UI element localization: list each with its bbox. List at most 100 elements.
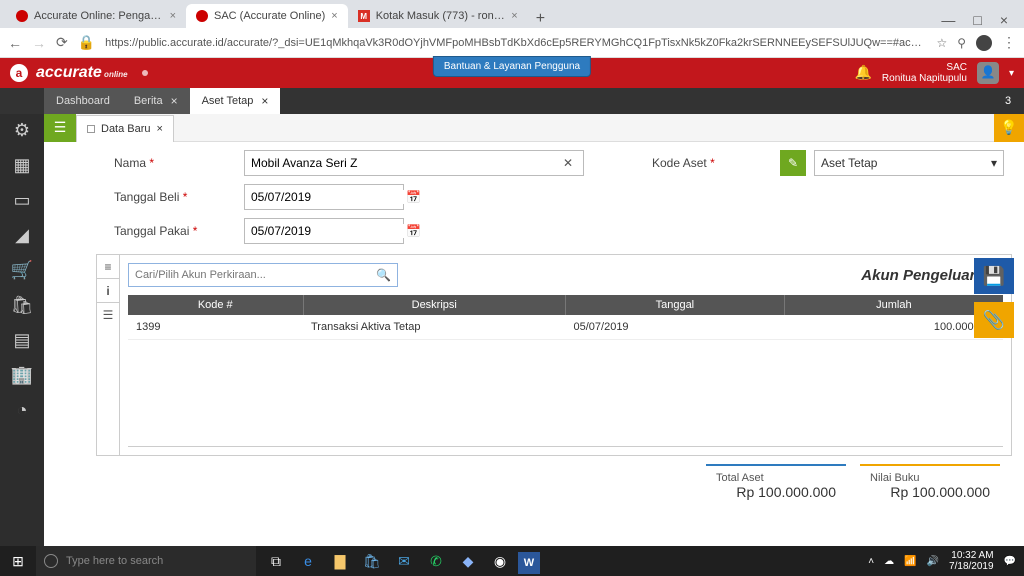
tray-volume-icon[interactable]: 🔊 bbox=[927, 556, 939, 567]
cart-icon[interactable]: 🛒 bbox=[11, 260, 33, 281]
bell-icon[interactable]: 🔔 bbox=[854, 65, 871, 80]
col-jumlah[interactable]: Jumlah bbox=[784, 295, 1003, 315]
window-minimize-icon[interactable]: — bbox=[941, 12, 955, 28]
close-icon[interactable]: × bbox=[157, 123, 163, 135]
table-row[interactable]: 1399 Transaksi Aktiva Tetap 05/07/2019 1… bbox=[128, 315, 1003, 340]
browser-tab[interactable]: M Kotak Masuk (773) - roni.rikson@ × bbox=[348, 4, 528, 28]
clear-icon[interactable]: ✕ bbox=[559, 156, 577, 170]
search-icon[interactable]: ⚲ bbox=[957, 36, 966, 50]
label-tanggal-pakai: Tanggal Pakai * bbox=[114, 224, 234, 238]
reload-icon[interactable]: ⟳ bbox=[56, 34, 68, 51]
building-icon[interactable]: 🏢 bbox=[11, 365, 33, 386]
tray-date[interactable]: 7/18/2019 bbox=[949, 561, 994, 572]
close-icon[interactable]: × bbox=[331, 10, 337, 22]
col-kode[interactable]: Kode # bbox=[128, 295, 303, 315]
vtab-info[interactable]: i bbox=[97, 279, 119, 303]
mail-icon[interactable]: ✉ bbox=[390, 546, 418, 576]
whatsapp-icon[interactable]: ✆ bbox=[422, 546, 450, 576]
company-name: SAC bbox=[882, 62, 967, 73]
select-value: Aset Tetap bbox=[821, 156, 877, 170]
close-icon[interactable]: × bbox=[171, 94, 178, 108]
document-tab-strip: ☰ Data Baru × 💡 bbox=[44, 114, 1024, 142]
browser-tab-strip: Accurate Online: Pengaturan Dat × SAC (A… bbox=[0, 0, 1024, 28]
chrome-icon[interactable]: ◉ bbox=[486, 546, 514, 576]
archive-icon[interactable]: ▤ bbox=[13, 330, 30, 351]
gear-icon[interactable]: ⚙ bbox=[14, 120, 30, 141]
list-view-button[interactable]: ☰ bbox=[44, 114, 76, 142]
window-close-icon[interactable]: × bbox=[1000, 12, 1008, 28]
tanggal-beli-field[interactable] bbox=[251, 190, 406, 204]
cell-deskripsi: Transaksi Aktiva Tetap bbox=[303, 315, 566, 340]
close-icon[interactable]: × bbox=[511, 10, 517, 22]
hint-button[interactable]: 💡 bbox=[994, 114, 1024, 142]
tab-dashboard[interactable]: Dashboard bbox=[44, 88, 122, 114]
grid-icon[interactable]: ▦ bbox=[13, 155, 30, 176]
input-tanggal-pakai[interactable]: 📅 bbox=[244, 218, 404, 244]
help-banner[interactable]: Bantuan & Layanan Pengguna bbox=[433, 56, 591, 77]
wallet-icon[interactable]: ◢ bbox=[15, 225, 29, 246]
calendar-icon[interactable]: 📅 bbox=[406, 224, 421, 238]
url-text[interactable]: https://public.accurate.id/accurate/?_ds… bbox=[105, 37, 926, 49]
taskbar-search[interactable]: Type here to search bbox=[36, 546, 256, 576]
tray-cloud-icon[interactable]: ☁ bbox=[884, 556, 894, 567]
document-tab[interactable]: Data Baru × bbox=[76, 115, 174, 142]
user-menu-icon[interactable]: ▾ bbox=[1009, 68, 1014, 79]
cell-tanggal: 05/07/2019 bbox=[566, 315, 785, 340]
input-nama[interactable]: ✕ bbox=[244, 150, 584, 176]
cortana-icon bbox=[44, 554, 58, 568]
profile-icon[interactable] bbox=[976, 35, 992, 51]
select-kode-aset[interactable]: Aset Tetap ▾ bbox=[814, 150, 1004, 176]
attach-button[interactable]: 📎 bbox=[974, 302, 1014, 338]
tanggal-pakai-field[interactable] bbox=[251, 224, 406, 238]
sidebar: ⚙ ▦ ▭ ◢ 🛒 🛍 ▤ 🏢 ◔ bbox=[0, 114, 44, 546]
akun-search[interactable]: 🔍 bbox=[128, 263, 398, 287]
save-button[interactable]: 💾 bbox=[974, 258, 1014, 294]
close-icon[interactable]: × bbox=[261, 94, 268, 108]
tray-time[interactable]: 10:32 AM bbox=[949, 550, 994, 561]
akun-search-field[interactable] bbox=[135, 269, 376, 281]
user-name: Ronitua Napitupulu bbox=[882, 73, 967, 84]
label-nama: Nama * bbox=[114, 156, 234, 170]
notification-count[interactable]: 3 bbox=[998, 95, 1024, 107]
content-area: ☰ Data Baru × 💡 Nama * ✕ Kode Aset * ✎ A… bbox=[44, 114, 1024, 546]
chevron-down-icon: ▾ bbox=[991, 156, 997, 170]
store-icon[interactable]: 🛍 bbox=[358, 546, 386, 576]
chart-icon[interactable]: ◔ bbox=[17, 400, 28, 421]
explorer-icon[interactable]: ▇ bbox=[326, 546, 354, 576]
tray-notification-icon[interactable]: 💬 bbox=[1004, 556, 1016, 567]
tab-title: Kotak Masuk (773) - roni.rikson@ bbox=[376, 10, 506, 22]
vtab-coins[interactable]: ☰ bbox=[97, 303, 119, 327]
col-deskripsi[interactable]: Deskripsi bbox=[303, 295, 566, 315]
tab-aset-tetap[interactable]: Aset Tetap× bbox=[190, 88, 281, 114]
app-tab-strip: Dashboard Berita× Aset Tetap× 3 bbox=[0, 88, 1024, 114]
forward-icon[interactable]: → bbox=[32, 35, 46, 51]
col-tanggal[interactable]: Tanggal bbox=[566, 295, 785, 315]
label-kode-aset: Kode Aset * bbox=[652, 156, 772, 170]
input-tanggal-beli[interactable]: 📅 bbox=[244, 184, 404, 210]
tray-up-icon[interactable]: ˄ bbox=[868, 556, 874, 567]
browser-tab[interactable]: Accurate Online: Pengaturan Dat × bbox=[6, 4, 186, 28]
word-icon[interactable]: W bbox=[518, 552, 540, 574]
bag-icon[interactable]: 🛍 bbox=[11, 295, 34, 316]
new-tab-button[interactable]: + bbox=[528, 10, 553, 28]
task-view-icon[interactable]: ⧉ bbox=[262, 546, 290, 576]
edit-kode-button[interactable]: ✎ bbox=[780, 150, 806, 176]
window-restore-icon[interactable]: □ bbox=[973, 12, 981, 28]
vtab-list[interactable]: ≡ bbox=[97, 255, 119, 279]
search-icon[interactable]: 🔍 bbox=[376, 268, 391, 282]
tab-berita[interactable]: Berita× bbox=[122, 88, 190, 114]
back-icon[interactable]: ← bbox=[8, 35, 22, 51]
nama-field[interactable] bbox=[251, 156, 559, 170]
browser-tab[interactable]: SAC (Accurate Online) × bbox=[186, 4, 348, 28]
tray-wifi-icon[interactable]: 📶 bbox=[904, 556, 916, 567]
bookmark-icon[interactable]: ☆ bbox=[936, 36, 947, 50]
book-icon[interactable]: ▭ bbox=[13, 190, 30, 211]
doc-tab-label: Data Baru bbox=[101, 123, 151, 135]
edge-icon[interactable]: e bbox=[294, 546, 322, 576]
calendar-icon[interactable]: 📅 bbox=[406, 190, 421, 204]
avatar[interactable]: 👤 bbox=[977, 62, 999, 84]
close-icon[interactable]: × bbox=[170, 10, 176, 22]
settings-icon[interactable]: ◆ bbox=[454, 546, 482, 576]
start-button[interactable]: ⊞ bbox=[0, 553, 36, 570]
menu-icon[interactable]: ⋮ bbox=[1002, 34, 1016, 51]
